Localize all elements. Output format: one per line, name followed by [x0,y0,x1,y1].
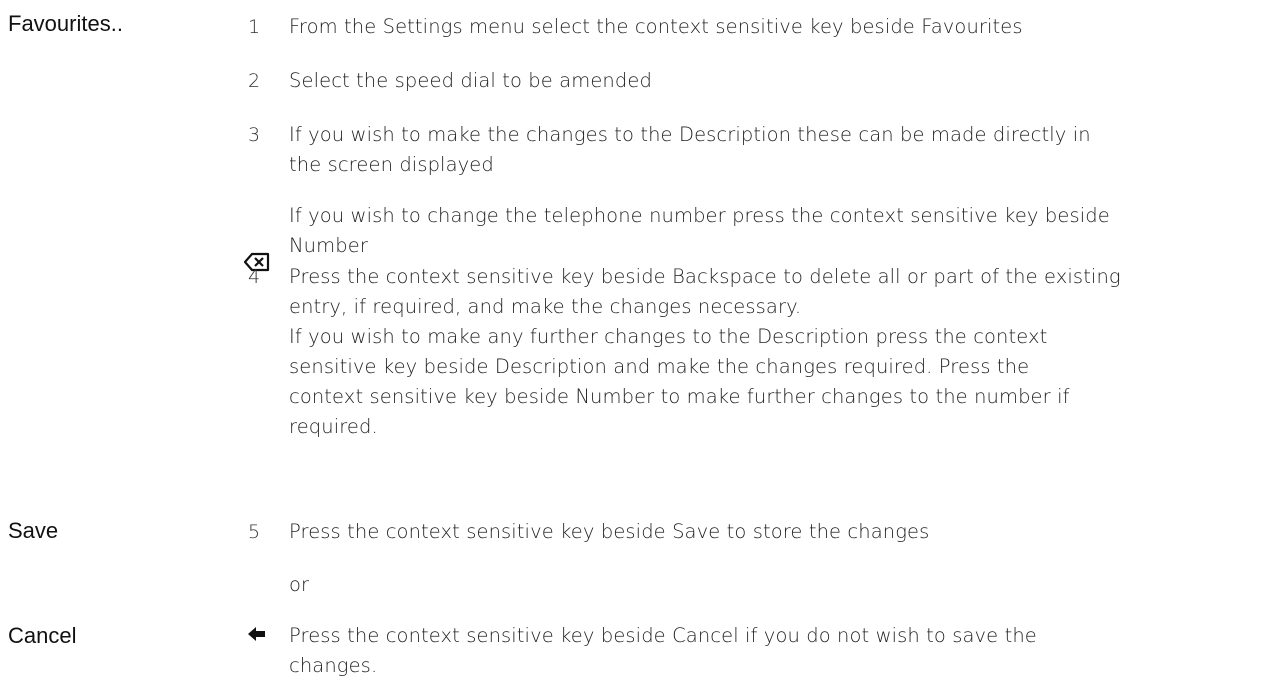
step-number: 2 [248,70,261,92]
text-line: context sensitive key beside Number to m… [289,385,1070,408]
cancel-label: Cancel [8,623,77,648]
text-line: Select the speed dial to be amended [289,69,652,92]
instruction-page: Favourites.. Save Cancel 1 2 3 4 5 From … [0,0,1272,682]
text-line: entry, if required, and make the changes… [289,295,802,318]
step-text: Press the context sensitive key beside S… [289,517,1259,547]
text-line: Press the context sensitive key beside S… [289,520,930,543]
step-number: 4 [248,266,261,288]
text-line: sensitive key beside Description and mak… [289,355,1030,378]
text-line: Number [289,234,368,257]
step-text: Press the context sensitive key beside B… [289,262,1259,442]
text-line: If you wish to make any further changes … [289,325,1048,348]
text-line: required. [289,415,378,438]
text-line: Press the context sensitive key beside C… [289,624,1037,647]
text-line: Press the context sensitive key beside B… [289,265,1121,288]
step-number: 1 [248,16,261,38]
save-label: Save [8,518,59,543]
text-line: the screen displayed [289,153,494,176]
text-line: If you wish to make the changes to the D… [289,123,1091,146]
step-number: 3 [248,124,261,146]
text-line: changes. [289,654,378,677]
step-text: If you wish to change the telephone numb… [289,201,1259,261]
left-arrow-icon [247,625,267,647]
step-text: Select the speed dial to be amended [289,66,1259,96]
text-line: From the Settings menu select the contex… [289,15,1023,38]
text-line: If you wish to change the telephone numb… [289,204,1110,227]
step-text: Press the context sensitive key beside C… [289,621,1259,681]
step-number: 5 [248,521,261,543]
text-line: or [289,573,310,596]
favourites-label: Favourites.. [8,11,123,36]
step-text: or [289,570,1259,600]
step-text: From the Settings menu select the contex… [289,12,1259,42]
step-text: If you wish to make the changes to the D… [289,120,1259,180]
